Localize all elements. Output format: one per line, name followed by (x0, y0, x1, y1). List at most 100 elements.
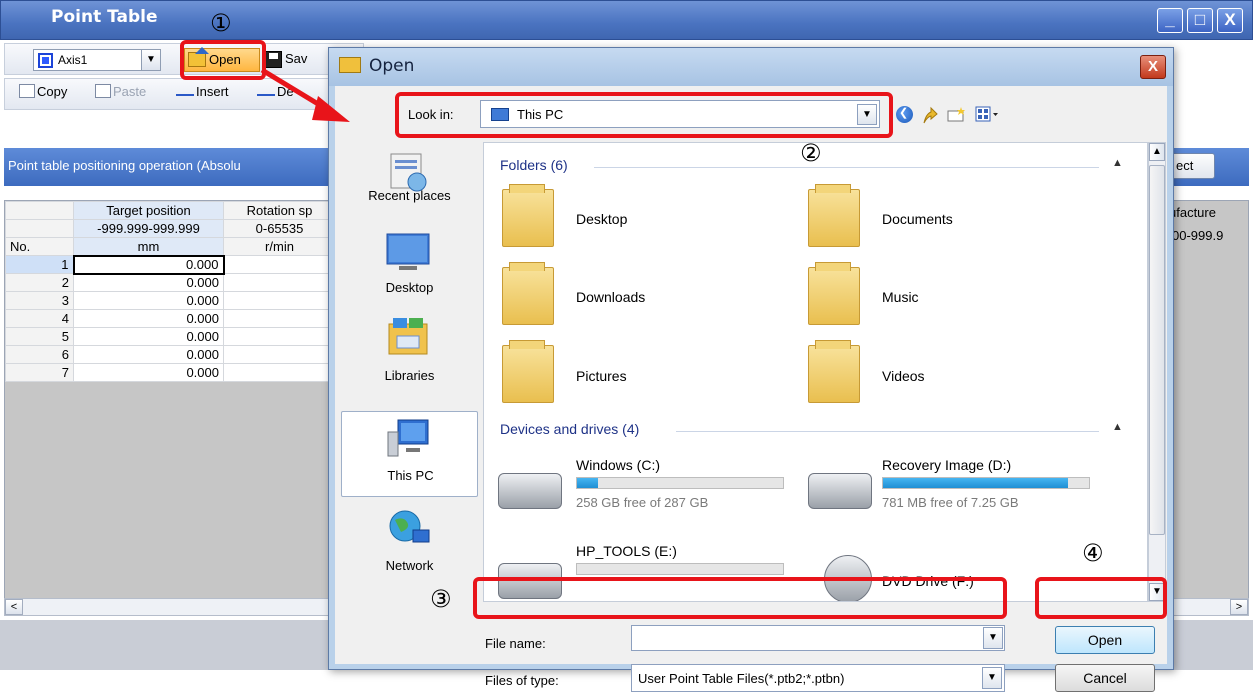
dialog-close-button[interactable]: X (1140, 55, 1166, 79)
rotation-speed-cell[interactable] (223, 309, 336, 328)
step-1-marker: ① (210, 9, 232, 37)
hard-drive-icon (808, 473, 872, 509)
target-position-cell[interactable]: 0.000 (73, 327, 224, 346)
table-row[interactable]: 2 0.000 (5, 273, 336, 292)
target-position-cell[interactable]: 0.000 (73, 273, 224, 292)
drive-d-name: Recovery Image (D:) (882, 457, 1012, 473)
row-number: 1 (5, 255, 74, 274)
open-file-button[interactable]: Open (1055, 626, 1155, 654)
place-desktop[interactable]: Desktop (341, 228, 478, 308)
place-this-pc[interactable]: This PC (341, 411, 478, 497)
row-number: 6 (5, 345, 74, 364)
place-desktop-label: Desktop (385, 280, 434, 295)
chevron-down-icon[interactable]: ▼ (141, 49, 161, 71)
place-network-label: Network (385, 558, 434, 573)
desktop-folder-icon[interactable] (502, 184, 554, 247)
scroll-left-button[interactable]: < (5, 599, 23, 615)
folder-desktop[interactable]: Desktop (576, 211, 627, 227)
rotation-speed-cell[interactable] (223, 363, 336, 382)
rotation-speed-cell[interactable] (223, 255, 336, 274)
copy-label: Copy (37, 84, 68, 99)
insert-label: Insert (196, 84, 229, 99)
files-of-type-select[interactable]: User Point Table Files(*.ptb2;*.ptbn) ▼ (631, 664, 1005, 692)
documents-folder-icon[interactable] (808, 184, 860, 247)
cancel-button[interactable]: Cancel (1055, 664, 1155, 692)
table-row[interactable]: 7 0.000 (5, 363, 336, 382)
place-libraries[interactable]: Libraries (341, 314, 478, 398)
minimize-button[interactable]: _ (1157, 8, 1183, 33)
chevron-down-icon[interactable]: ▼ (983, 627, 1003, 649)
chevron-down-icon[interactable]: ▼ (982, 667, 1002, 689)
videos-folder-icon[interactable] (808, 340, 860, 403)
maximize-button[interactable]: □ (1187, 8, 1213, 33)
select-button[interactable]: ect (1171, 153, 1215, 179)
folder-pictures[interactable]: Pictures (576, 368, 627, 384)
folder-music[interactable]: Music (882, 289, 919, 305)
rotation-speed-cell[interactable] (223, 327, 336, 346)
pictures-folder-icon[interactable] (502, 340, 554, 403)
range-target-position: -999.999-999.999 (73, 219, 224, 238)
music-folder-icon[interactable] (808, 262, 860, 325)
table-row[interactable]: 1 0.000 (5, 254, 336, 275)
group-divider (594, 167, 1099, 168)
place-network[interactable]: Network (341, 502, 478, 588)
paste-icon (95, 84, 111, 98)
table-row[interactable]: 4 0.000 (5, 309, 336, 328)
places-bar: Recent places Desktop Libraries This PC … (341, 142, 478, 612)
file-name-label: File name: (485, 636, 546, 651)
place-libraries-label: Libraries (384, 368, 435, 383)
folder-documents[interactable]: Documents (882, 211, 953, 227)
target-position-cell[interactable]: 0.000 (72, 254, 225, 275)
col-header-target-position: Target position (73, 201, 224, 220)
devices-group-header: Devices and drives (4) (500, 421, 640, 437)
paste-label: Paste (113, 84, 147, 99)
place-recent[interactable]: Recent places (341, 142, 478, 222)
drive-e-usage-bar (576, 563, 784, 575)
close-button[interactable]: X (1217, 8, 1243, 33)
drive-d-free: 781 MB free of 7.25 GB (882, 495, 1019, 510)
files-of-type-label: Files of type: (485, 673, 559, 688)
folder-videos[interactable]: Videos (882, 368, 925, 384)
libraries-icon (388, 318, 428, 355)
scroll-right-button[interactable]: > (1230, 599, 1248, 615)
highlight-open-button (180, 40, 266, 80)
step-3-marker: ③ (430, 585, 452, 613)
highlight-file-name (473, 577, 1007, 619)
insert-button[interactable]: Insert (176, 84, 229, 99)
file-name-field[interactable] (631, 625, 1005, 651)
new-folder-icon[interactable] (947, 106, 967, 122)
downloads-folder-icon[interactable] (502, 262, 554, 325)
range-rotation-speed: 0-65535 (223, 219, 336, 238)
target-position-cell[interactable]: 0.000 (73, 363, 224, 382)
axis-select[interactable]: Axis1 ▼ (33, 49, 161, 71)
target-position-cell[interactable]: 0.000 (73, 309, 224, 328)
place-this-pc-label: This PC (387, 468, 434, 483)
file-list-scrollbar[interactable]: ▲ ▼ (1148, 142, 1166, 602)
table-row[interactable]: 3 0.000 (5, 291, 336, 310)
views-menu-icon[interactable] (975, 106, 999, 122)
scroll-up-button[interactable]: ▲ (1149, 143, 1165, 161)
drive-c-name: Windows (C:) (576, 457, 661, 473)
up-folder-icon[interactable] (922, 106, 938, 124)
target-position-cell[interactable]: 0.000 (73, 345, 224, 364)
collapse-chevron-icon[interactable]: ▲ (1112, 157, 1123, 169)
folder-downloads[interactable]: Downloads (576, 289, 645, 305)
step-2-marker: ② (800, 139, 822, 167)
target-position-cell[interactable]: 0.000 (73, 291, 224, 310)
table-row[interactable]: 5 0.000 (5, 327, 336, 346)
rotation-speed-cell[interactable] (223, 291, 336, 310)
collapse-chevron-icon[interactable]: ▲ (1112, 421, 1123, 433)
rotation-speed-cell[interactable] (223, 345, 336, 364)
paste-button[interactable]: Paste (95, 84, 146, 99)
unit-target-position: mm (73, 237, 224, 256)
scroll-thumb[interactable] (1149, 165, 1165, 535)
unit-rotation-speed: r/min (223, 237, 336, 256)
hard-drive-icon (498, 473, 562, 509)
insert-icon (176, 92, 194, 98)
copy-button[interactable]: Copy (19, 84, 67, 99)
back-icon[interactable] (896, 106, 913, 123)
corner-cell (5, 201, 74, 220)
table-row[interactable]: 6 0.000 (5, 345, 336, 364)
drive-c-free: 258 GB free of 287 GB (576, 495, 709, 510)
rotation-speed-cell[interactable] (223, 273, 336, 292)
